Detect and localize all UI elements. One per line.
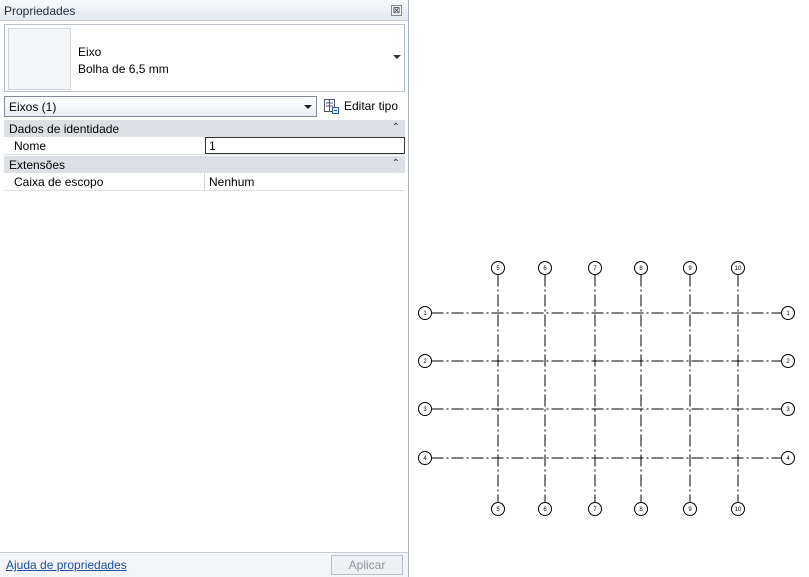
collapse-double-chevron-icon[interactable]: ⌃	[392, 157, 400, 171]
grid-bubble-top-10-label: 10	[735, 266, 742, 272]
type-family-label: Eixo	[78, 45, 102, 59]
chevron-down-icon[interactable]	[393, 55, 401, 59]
name-field[interactable]	[205, 137, 405, 154]
instance-filter-label: Eixos (1)	[9, 100, 57, 114]
property-label: Nome	[14, 139, 47, 153]
type-name-label: Bolha de 6,5 mm	[78, 62, 169, 76]
type-selector[interactable]: Eixo Bolha de 6,5 mm	[4, 24, 405, 92]
close-icon[interactable]: ⊠	[391, 5, 402, 16]
instance-filter-dropdown[interactable]: Eixos (1)	[4, 96, 317, 117]
property-row-name: Nome	[4, 137, 405, 155]
palette-footer: Ajuda de propriedades Aplicar	[0, 552, 408, 577]
property-label: Caixa de escopo	[14, 175, 104, 189]
scope-box-value[interactable]: Nenhum	[209, 175, 254, 189]
grid-bubble-bottom-10-label: 10	[735, 507, 742, 513]
property-row-scope-box[interactable]: Caixa de escopo Nenhum	[4, 173, 405, 191]
edit-type-icon	[324, 99, 339, 114]
palette-title: Propriedades	[4, 4, 76, 18]
type-preview-image	[8, 28, 71, 90]
edit-type-label: Editar tipo	[344, 99, 399, 113]
group-header-extents[interactable]: Extensões ⌃	[4, 156, 405, 173]
properties-help-link[interactable]: Ajuda de propriedades	[6, 558, 127, 572]
edit-type-button[interactable]: Editar tipo	[321, 96, 405, 117]
group-title: Extensões	[9, 158, 66, 172]
apply-button[interactable]: Aplicar	[331, 555, 403, 575]
properties-palette: Propriedades ⊠ Eixo Bolha de 6,5 mm Eixo…	[0, 0, 409, 577]
collapse-double-chevron-icon[interactable]: ⌃	[392, 121, 400, 135]
drawing-canvas[interactable]: 556677889910101 12 23 34 4	[410, 0, 809, 577]
palette-titlebar[interactable]: Propriedades ⊠	[0, 0, 408, 21]
group-title: Dados de identidade	[9, 122, 120, 136]
group-header-identity[interactable]: Dados de identidade ⌃	[4, 120, 405, 137]
chevron-down-icon[interactable]	[304, 105, 312, 109]
column-divider	[204, 173, 205, 190]
